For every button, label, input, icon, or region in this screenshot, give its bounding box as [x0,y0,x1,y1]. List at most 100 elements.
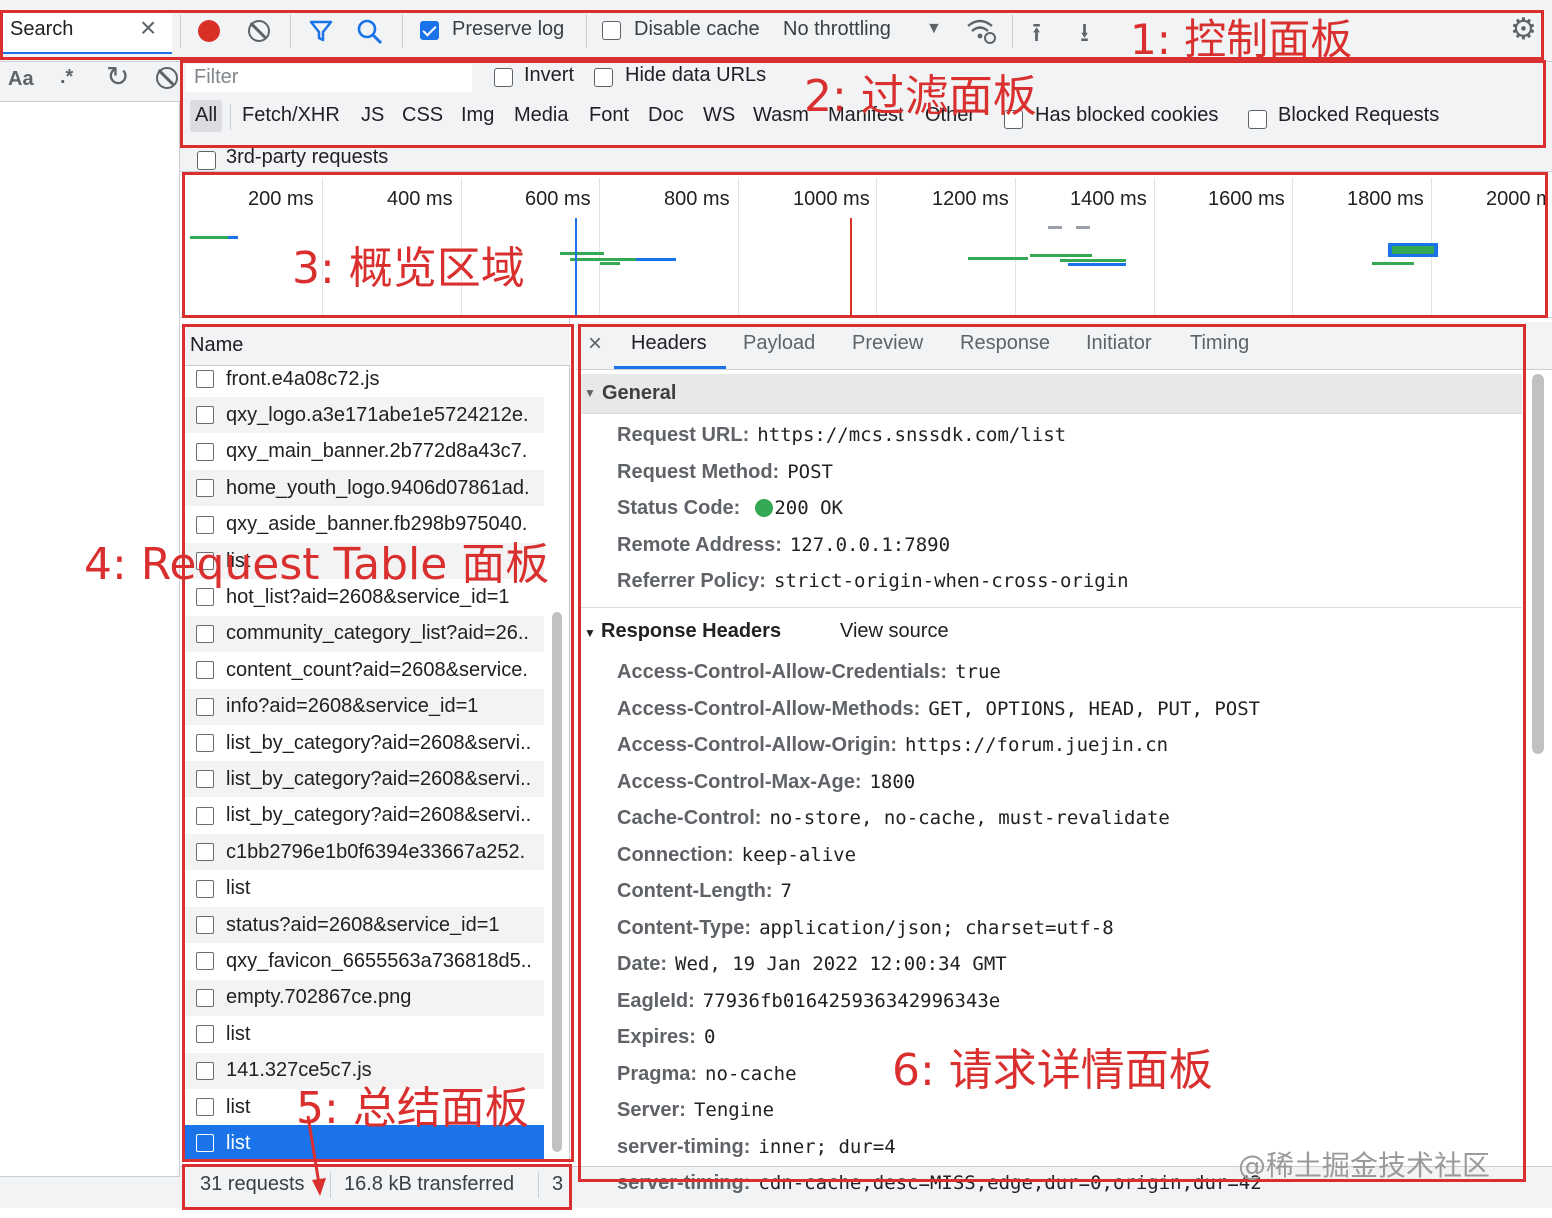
header-key: Connection: [617,843,734,866]
details-scrollbar[interactable] [1532,374,1544,754]
third-party-checkbox[interactable] [197,150,216,173]
filter-type-js[interactable]: JS [361,104,384,127]
file-icon [196,879,214,898]
row-name: list [226,1131,251,1154]
row-name: list_by_category?aid=2608&servi.. [226,804,532,827]
search-tab[interactable]: Search × [2,10,172,54]
filter-type-img[interactable]: Img [461,104,494,127]
details-tabbar [576,322,1552,370]
regex-button[interactable]: .* [60,66,73,89]
record-icon[interactable] [198,20,220,42]
search-icon[interactable] [356,18,384,46]
response-headers-title[interactable]: Response Headers [601,620,781,643]
refresh-icon[interactable]: ↻ [106,60,129,93]
column-name-label: Name [190,334,244,356]
filter-type-media[interactable]: Media [514,104,568,127]
header-value: true [955,661,1001,683]
disable-cache-checkbox[interactable] [602,20,621,43]
table-row[interactable]: list_by_category?aid=2608&servi.. [184,725,544,761]
table-row[interactable]: list_by_category?aid=2608&servi.. [184,798,544,834]
tab-preview[interactable]: Preview [852,332,923,355]
filter-type-font[interactable]: Font [589,104,629,127]
hide-data-urls-checkbox[interactable] [594,67,613,90]
table-row[interactable]: list [184,1016,544,1052]
filter-type-wasm[interactable]: Wasm [753,104,809,127]
clear-icon[interactable] [248,20,270,42]
close-icon[interactable]: × [140,12,156,44]
match-case-button[interactable]: Aa [8,68,34,91]
invert-checkbox[interactable] [494,67,513,90]
tab-initiator[interactable]: Initiator [1086,332,1152,355]
tab-response[interactable]: Response [960,332,1050,355]
row-name: content_count?aid=2608&service. [226,658,528,681]
header-line: EagleId: 77936fb016425936342996343e [617,990,1000,1013]
file-icon [196,916,214,934]
tab-headers[interactable]: Headers [631,332,707,355]
chevron-down-icon[interactable]: ▼ [926,20,942,38]
header-value: strict-origin-when-cross-origin [773,570,1129,592]
table-row[interactable]: info?aid=2608&service_id=1 [184,688,544,725]
table-row[interactable]: c1bb2796e1b0f6394e33667a252. [184,834,544,871]
filter-icon[interactable] [308,18,334,44]
import-har-icon[interactable]: ⭱ [1032,14,1041,58]
view-source-link[interactable]: View source [840,620,949,643]
table-row[interactable]: empty.702867ce.png [184,979,544,1016]
network-conditions-icon[interactable] [965,16,999,46]
preserve-log-checkbox[interactable] [420,20,439,43]
grid-line [1015,178,1016,318]
triangle-down-icon[interactable]: ▼ [584,626,596,640]
filter-type-fetch-xhr[interactable]: Fetch/XHR [242,104,340,127]
table-row[interactable]: home_youth_logo.9406d07861ad. [184,470,544,507]
file-icon [196,770,214,789]
header-value: Wed, 19 Jan 2022 12:00:34 GMT [675,953,1007,975]
tab-payload[interactable]: Payload [743,332,815,355]
blocked-requests-checkbox[interactable] [1248,109,1267,132]
table-row[interactable]: status?aid=2608&service_id=1 [184,907,544,943]
general-section-header[interactable]: ▼ General [580,374,1522,414]
gear-icon[interactable]: ⚙ [1510,12,1537,47]
header-key: Content-Type: [617,916,752,939]
table-row[interactable]: front.e4a08c72.js [184,361,544,397]
timeline-bar [1076,226,1090,229]
header-key: Access-Control-Allow-Origin: [617,734,898,756]
clear-search-icon[interactable] [156,67,178,89]
timeline-bar [1060,259,1126,262]
row-name: list_by_category?aid=2608&servi.. [226,731,532,754]
table-row[interactable]: community_category_list?aid=26.. [184,615,544,652]
file-icon [196,806,214,825]
filter-type-ws[interactable]: WS [703,104,735,127]
table-row[interactable]: qxy_main_banner.2b772d8a43c7. [184,434,544,470]
search-sidebar [0,62,180,1176]
timeline-bar [1048,226,1062,229]
header-value: 127.0.0.1:7890 [789,533,951,556]
table-row[interactable]: qxy_favicon_6655563a736818d5.. [184,943,544,979]
export-har-icon[interactable]: ⭳ [1080,14,1089,58]
column-header-name[interactable]: Name [184,326,570,366]
close-icon[interactable]: × [588,330,602,358]
table-row[interactable]: content_count?aid=2608&service. [184,652,544,688]
timeline-tick: 600 ms [525,188,591,210]
timeline-tick: 400 ms [387,188,453,210]
header-line: Content-Type: application/json; charset=u… [617,917,1114,940]
row-name: empty.702867ce.png [226,986,412,1009]
table-scrollbar[interactable] [552,612,562,1152]
timeline-tick: 1200 ms [932,188,1009,210]
filter-type-doc[interactable]: Doc [648,104,684,127]
table-row[interactable]: list [184,871,544,907]
table-row[interactable]: qxy_logo.a3e171abe1e5724212e. [184,397,544,434]
filter-input[interactable]: Filter [186,64,472,92]
header-value: 1800 [869,770,916,793]
filter-type-css[interactable]: CSS [402,104,443,127]
row-name: qxy_logo.a3e171abe1e5724212e. [226,403,529,426]
preserve-log-label: Preserve log [452,18,565,40]
row-name: qxy_favicon_6655563a736818d5.. [226,949,532,972]
blocked-requests-label: Blocked Requests [1278,104,1440,126]
header-value: 200 OK [774,497,843,519]
table-row[interactable]: list_by_category?aid=2608&servi.. [184,761,544,798]
throttling-select[interactable]: No throttling [783,18,891,41]
header-key: EagleId: [617,989,695,1012]
section-divider [580,607,1522,608]
tab-timing[interactable]: Timing [1190,332,1249,355]
header-line: Request URL: https://mcs.snssdk.com/list [617,424,1066,447]
header-key: Date: [617,953,668,975]
